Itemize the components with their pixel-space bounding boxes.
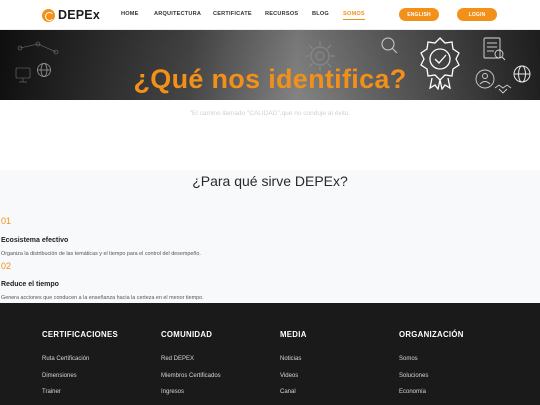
footer-link[interactable]: Noticias [280,356,301,362]
footer-link[interactable]: Dimensiones [42,373,77,379]
footer-link[interactable]: Canal [280,389,296,395]
footer-link[interactable]: Economía [399,389,426,395]
footer-link[interactable]: Videos [280,373,298,379]
item-number: 01 [1,216,12,226]
hero-banner: ¿Qué nos identifica? [0,30,540,100]
item-description: Genera acciones que conducen a la enseña… [1,295,204,301]
hero-title: ¿Qué nos identifica? [133,64,407,94]
footer-heading-certificaciones: CERTIFICACIONES [42,330,118,339]
document-icon [483,37,506,61]
nav-somos[interactable]: SOMOS [343,11,365,20]
footer-link[interactable]: Ruta Certificación [42,356,89,362]
footer-link[interactable]: Somos [399,356,418,362]
quote-text: "El camino llamado "CALIDAD",que no cond… [189,110,351,117]
nav-blog[interactable]: BLOG [312,11,329,17]
footer-heading-comunidad: COMUNIDAD [161,330,213,339]
section-title: ¿Para qué sirve DEPEx? [192,173,348,189]
item-title: Reduce el tiempo [1,281,59,288]
footer-link[interactable]: Red DEPEX [161,356,194,362]
nav-certificate[interactable]: CERTIFICATE [213,11,252,17]
english-button[interactable]: ENGLISH [399,8,439,21]
nav-recursos[interactable]: RECURSOS [265,11,298,17]
depex-logo[interactable]: DEPEx [42,8,100,22]
item-number: 02 [1,261,12,271]
site-header: DEPEx HOME ARQUITECTURA CERTIFICATE RECU… [0,0,540,30]
site-footer: CERTIFICACIONES Ruta Certificación Dimen… [0,303,540,405]
footer-link[interactable]: Miembros Certificados [161,373,221,379]
logo-icon [42,8,55,22]
footer-link[interactable]: Soluciones [399,373,428,379]
item-title: Ecosistema efectivo [1,237,69,244]
purpose-section: ¿Para qué sirve DEPEx? 01 Ecosistema efe… [0,170,540,303]
item-description: Organiza la distribución de las temática… [1,251,201,257]
footer-heading-media: MEDIA [280,330,307,339]
nav-arquitectura[interactable]: ARQUITECTURA [154,11,201,17]
footer-link[interactable]: Trainer [42,389,61,395]
nav-home[interactable]: HOME [121,11,139,17]
logo-text: DEPEx [58,8,100,22]
footer-link[interactable]: Ingresos [161,389,184,395]
login-button[interactable]: LOGIN [457,8,497,21]
footer-heading-organizacion: ORGANIZACIÓN [399,330,464,339]
